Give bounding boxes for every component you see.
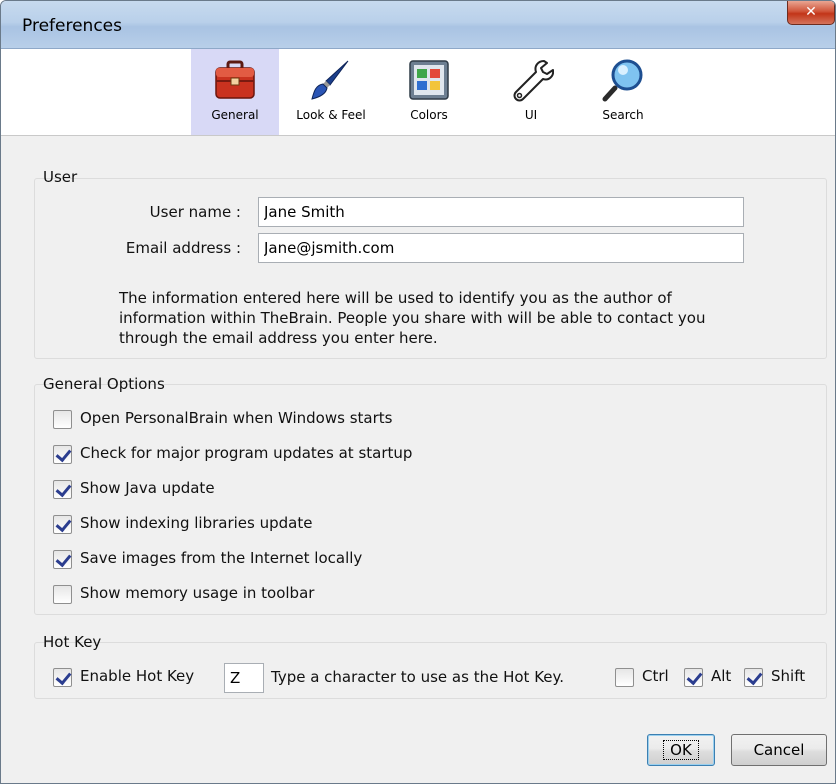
cancel-button[interactable]: Cancel xyxy=(731,734,827,766)
info-line: information within TheBrain. People you … xyxy=(119,309,706,327)
option-label: Save images from the Internet locally xyxy=(80,549,363,567)
tab-colors[interactable]: Colors xyxy=(385,49,473,135)
option-checkbox[interactable] xyxy=(53,410,72,429)
close-button[interactable]: ✕ xyxy=(787,1,835,25)
magnifier-icon xyxy=(602,59,643,102)
close-icon: ✕ xyxy=(805,4,817,20)
username-label: User name : xyxy=(149,203,241,221)
tab-colors-label: Colors xyxy=(410,108,448,122)
option-checkbox[interactable] xyxy=(53,550,72,569)
wrench-icon xyxy=(513,60,554,102)
alt-label: Alt xyxy=(711,667,732,685)
cancel-button-label: Cancel xyxy=(753,741,805,759)
window-title: Preferences xyxy=(22,16,122,36)
info-line: The information entered here will be use… xyxy=(119,289,672,307)
option-label: Open PersonalBrain when Windows starts xyxy=(80,409,393,427)
option-checkbox[interactable] xyxy=(53,445,72,464)
option-label: Show memory usage in toolbar xyxy=(80,584,315,602)
hot-key-hint: Type a character to use as the Hot Key. xyxy=(271,668,565,686)
shift-label: Shift xyxy=(771,667,806,685)
paintbrush-icon xyxy=(311,60,349,100)
user-group-title: User xyxy=(43,168,78,186)
alt-checkbox[interactable] xyxy=(684,668,703,687)
tab-ui[interactable]: UI xyxy=(487,49,575,135)
tab-search-label: Search xyxy=(602,108,644,122)
user-info-text: The information entered here will be use… xyxy=(119,288,809,348)
toolbox-icon xyxy=(215,60,255,99)
ctrl-label: Ctrl xyxy=(642,667,669,685)
general-options-title: General Options xyxy=(43,375,165,393)
tab-search[interactable]: Search xyxy=(579,49,667,135)
ok-button[interactable]: OK xyxy=(647,734,715,766)
option-label: Show Java update xyxy=(80,479,215,497)
enable-hot-key-checkbox[interactable] xyxy=(53,668,72,687)
tab-general-label: General xyxy=(211,108,259,122)
tab-ui-label: UI xyxy=(524,108,538,122)
color-palette-icon xyxy=(409,60,449,100)
enable-hot-key-label: Enable Hot Key xyxy=(80,667,195,685)
tab-look-and-feel-label: Look & Feel xyxy=(296,108,366,122)
username-field[interactable] xyxy=(258,197,744,227)
option-checkbox[interactable] xyxy=(53,515,72,534)
hot-key-char-field[interactable] xyxy=(224,663,264,693)
option-checkbox[interactable] xyxy=(53,480,72,499)
ok-button-label: OK xyxy=(663,740,699,760)
ctrl-checkbox[interactable] xyxy=(615,668,634,687)
option-label: Check for major program updates at start… xyxy=(80,444,413,462)
option-checkbox[interactable] xyxy=(53,585,72,604)
email-label: Email address : xyxy=(125,239,241,257)
tab-look-and-feel[interactable]: Look & Feel xyxy=(285,49,377,135)
option-label: Show indexing libraries update xyxy=(80,514,313,532)
hot-key-title: Hot Key xyxy=(43,633,102,651)
preferences-dialog: Preferences ✕ General Look & Feel Colors… xyxy=(0,0,836,784)
shift-checkbox[interactable] xyxy=(744,668,763,687)
info-line: through the email address you enter here… xyxy=(119,329,438,347)
tab-general[interactable]: General xyxy=(191,49,279,135)
title-bar: Preferences ✕ xyxy=(1,1,835,49)
preferences-toolbar: General Look & Feel Colors UI Search xyxy=(1,49,835,136)
email-field[interactable] xyxy=(258,233,744,263)
